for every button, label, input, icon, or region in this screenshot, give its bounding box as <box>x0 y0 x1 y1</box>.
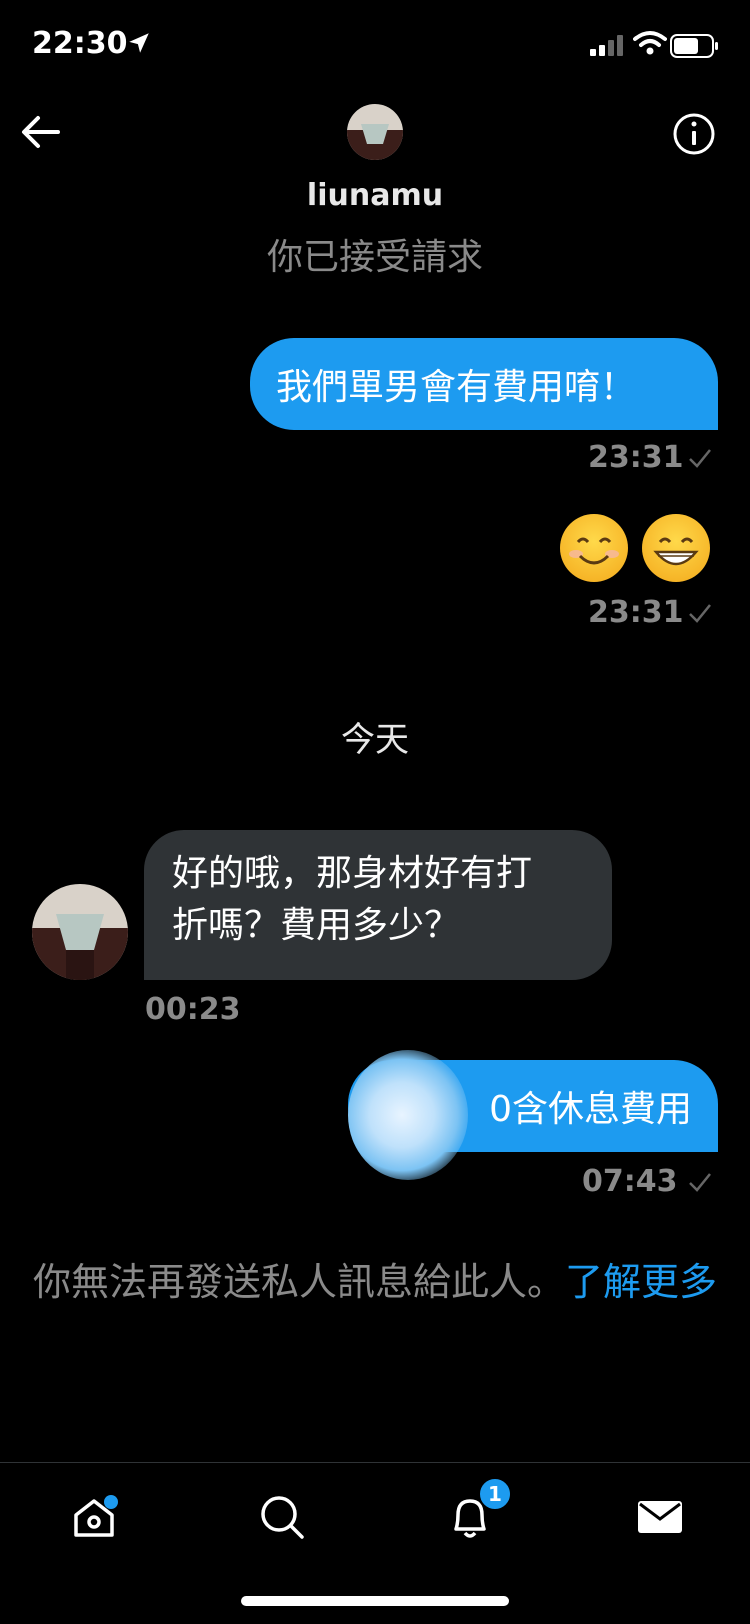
message-line: 好的哦，那身材好有打 <box>172 853 533 894</box>
learn-more-link[interactable]: 了解更多 <box>565 1260 717 1304</box>
wifi-icon <box>633 31 667 55</box>
mail-icon <box>638 1501 682 1533</box>
sent-check-icon <box>689 1173 711 1192</box>
tab-search[interactable] <box>254 1489 310 1545</box>
message-timestamp: 00:23 <box>145 992 241 1027</box>
request-accepted-label: 你已接受請求 <box>266 237 483 278</box>
emoji-message[interactable] <box>560 514 720 584</box>
smiling-face-emoji <box>560 514 628 582</box>
cellular-signal-icon <box>590 35 623 56</box>
grinning-face-emoji <box>642 514 710 582</box>
info-icon[interactable] <box>672 112 716 156</box>
status-time: 22:30 <box>32 26 128 61</box>
message-timestamp: 23:31 <box>588 595 684 630</box>
battery-icon <box>670 34 718 58</box>
home-indicator[interactable] <box>241 1596 509 1606</box>
notification-count-badge: 1 <box>478 1477 512 1511</box>
message-text: 0含休息費用 <box>489 1089 692 1130</box>
incoming-message-bubble[interactable]: 好的哦，那身材好有打 折嗎？費用多少？ <box>144 830 612 980</box>
back-arrow-button[interactable] <box>20 112 62 152</box>
sent-check-icon <box>689 449 711 468</box>
message-timestamp: 07:43 <box>582 1164 678 1199</box>
search-icon <box>261 1496 304 1539</box>
day-divider: 今天 <box>341 720 409 760</box>
tab-notifications[interactable]: 1 <box>442 1477 512 1545</box>
message-timestamp: 23:31 <box>588 440 684 475</box>
conversation-avatar[interactable] <box>347 104 403 160</box>
cannot-message-notice: 你無法再發送私人訊息給此人。了解更多 <box>0 1250 750 1314</box>
outgoing-message-bubble[interactable]: 我們單男會有費用唷！ <box>250 338 718 430</box>
notice-text: 你無法再發送私人訊息給此人。 <box>32 1260 565 1304</box>
conversation-username: liunamu <box>306 178 444 213</box>
tab-messages[interactable] <box>632 1489 688 1545</box>
location-arrow-icon <box>129 33 149 53</box>
sent-check-icon <box>689 604 711 623</box>
tab-home[interactable] <box>66 1489 122 1545</box>
sender-avatar[interactable] <box>32 884 128 980</box>
home-new-dot <box>104 1495 118 1509</box>
redaction-scribble <box>348 1050 468 1180</box>
message-line: 折嗎？費用多少？ <box>172 905 461 946</box>
